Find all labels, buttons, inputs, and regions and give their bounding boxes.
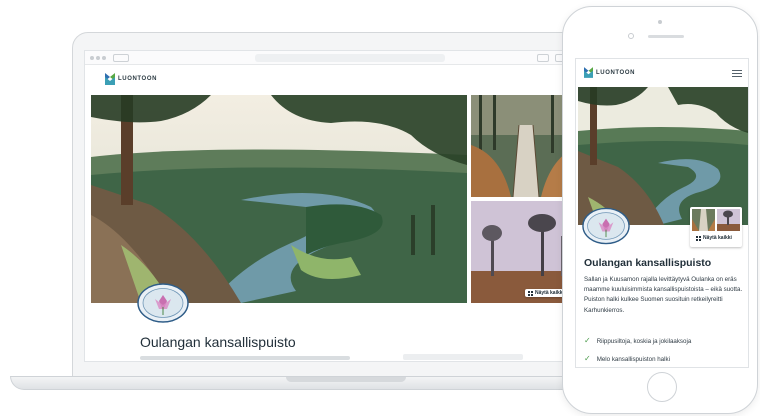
address-bar[interactable] [255, 54, 445, 62]
show-all-label: Näytä kaikki [703, 235, 732, 241]
gallery-thumb-bridge[interactable] [692, 209, 715, 231]
park-description: Sallan ja Kuusamon rajalla levittäytyvä … [584, 276, 743, 314]
check-icon: ✓ [584, 354, 591, 363]
feature-label: Melo kansallispuiston halki [596, 355, 670, 363]
logo-text: LUONTOON [596, 69, 636, 76]
gallery-thumb-mist[interactable] [717, 209, 740, 231]
window-maximize-dot[interactable] [102, 56, 106, 60]
page-title-mobile: Oulangan kansallispuisto [584, 257, 712, 269]
phone-screen: LUONTOON Näytä kaikki Oulangan kansallis… [575, 58, 749, 368]
page-title: Oulangan kansallispuisto [140, 334, 296, 350]
show-all-label: Näytä kaikki [535, 290, 564, 296]
browser-tab[interactable] [113, 54, 129, 62]
browser-extension-button[interactable] [537, 54, 549, 62]
browser-toolbar [85, 51, 579, 65]
sidebar-card-preview [403, 354, 523, 360]
feature-item-paddle: ✓ Melo kansallispuiston halki [584, 355, 670, 363]
park-badge-emblem-mobile [582, 207, 630, 245]
luontoon-logo-icon [584, 67, 593, 78]
hero-image-canyon-mobile[interactable] [578, 87, 748, 225]
phone-home-button[interactable] [647, 372, 677, 402]
phone-camera [658, 20, 662, 24]
laptop-screen: LUONTOON Näytä kaikki Oulangan kansallis… [84, 50, 580, 362]
window-minimize-dot[interactable] [96, 56, 100, 60]
check-icon: ✓ [584, 336, 591, 345]
show-all-photos-button-mobile[interactable]: Näytä kaikki [693, 234, 735, 242]
phone-front-sensor [628, 33, 634, 39]
park-badge-emblem [137, 283, 189, 323]
grid-icon [696, 235, 701, 241]
luontoon-logo-icon [105, 73, 115, 85]
grid-icon [528, 290, 533, 296]
feature-item-bridges: ✓ Riippusiltoja, koskia ja jokilaaksoja [584, 337, 691, 345]
phone-speaker [648, 35, 684, 38]
logo-text: LUONTOON [118, 76, 158, 82]
feature-label: Riippusiltoja, koskia ja jokilaaksoja [596, 337, 692, 345]
hero-image-canyon[interactable] [91, 95, 467, 303]
site-logo-mobile[interactable]: LUONTOON [584, 67, 635, 78]
description-preview [140, 356, 350, 360]
site-logo[interactable]: LUONTOON [105, 73, 157, 85]
gallery-thumbnails[interactable]: Näytä kaikki [690, 207, 742, 247]
window-close-dot[interactable] [90, 56, 94, 60]
show-all-photos-button[interactable]: Näytä kaikki [525, 289, 567, 297]
hamburger-menu-icon[interactable] [732, 70, 742, 77]
laptop-notch [286, 377, 406, 382]
